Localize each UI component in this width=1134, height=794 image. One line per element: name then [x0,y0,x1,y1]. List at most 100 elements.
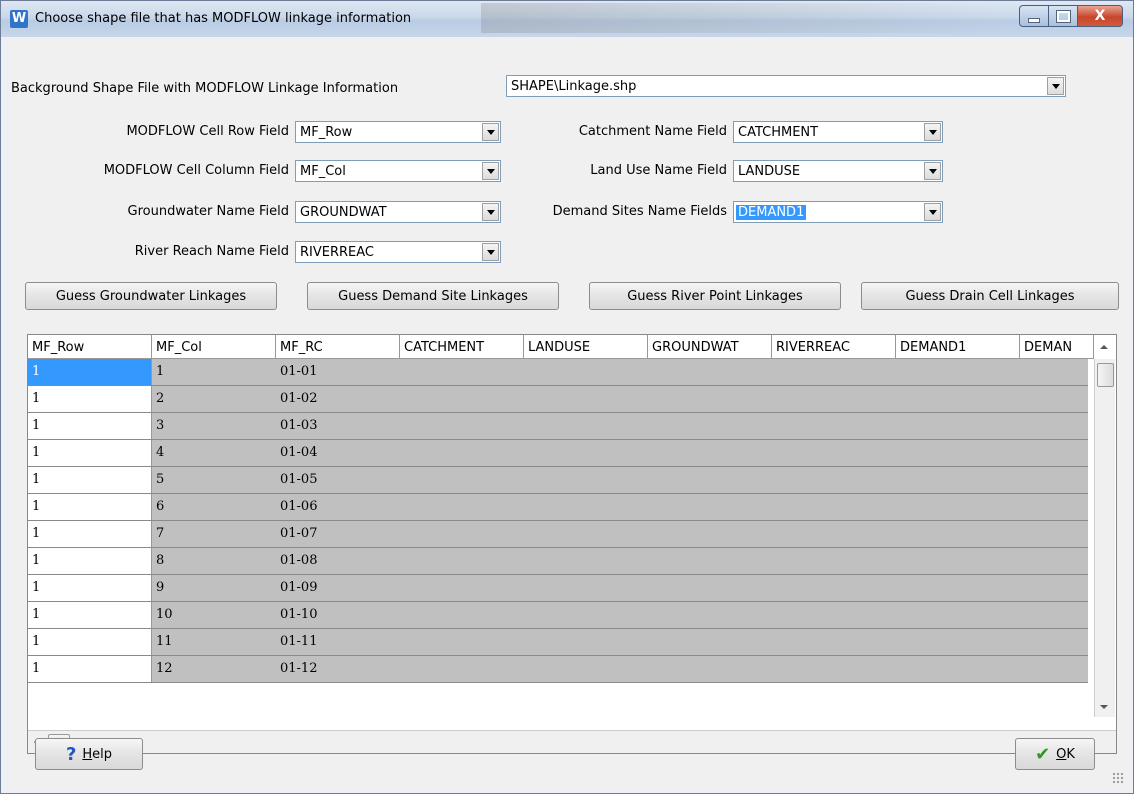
table-cell[interactable]: 01-06 [276,494,400,520]
table-row[interactable]: 1 2 01-02 [28,386,1088,413]
close-button[interactable]: X [1077,5,1123,27]
vertical-scroll-thumb[interactable] [1097,363,1114,387]
chevron-down-icon[interactable] [924,123,941,141]
horizontal-scrollbar[interactable] [28,730,1116,753]
table-cell[interactable]: 1 [152,359,276,385]
table-cell[interactable]: 01-09 [276,575,400,601]
background-shape-select[interactable]: SHAPE\Linkage.shp [506,75,1066,97]
table-cell[interactable]: 01-03 [276,413,400,439]
chevron-down-icon[interactable] [482,123,499,141]
table-cell[interactable]: 6 [152,494,276,520]
demand-sites-field-value: DEMAND1 [736,205,807,220]
column-header[interactable]: DEMAN [1020,335,1094,359]
table-cell[interactable]: 1 [28,359,152,385]
chevron-down-icon[interactable] [924,162,941,180]
catchment-field-select[interactable]: CATCHMENT [733,121,943,143]
column-field-select[interactable]: MF_Col [295,160,501,182]
table-cell[interactable]: 11 [152,629,276,655]
table-cell[interactable]: 1 [28,629,152,655]
guess-river-point-button[interactable]: Guess River Point Linkages [589,282,841,310]
table-row[interactable]: 1 10 01-10 [28,602,1088,629]
chevron-down-icon[interactable] [1047,77,1064,95]
landuse-field-label: Land Use Name Field [590,163,727,178]
column-header[interactable]: MF_Row [28,335,152,359]
table-cell[interactable]: 8 [152,548,276,574]
river-reach-field-select[interactable]: RIVERREAC [295,241,501,263]
chevron-down-icon[interactable] [482,243,499,261]
column-header[interactable]: RIVERREAC [772,335,896,359]
table-cell[interactable]: 01-11 [276,629,400,655]
linkage-table[interactable]: MF_Row MF_Col MF_RC CATCHMENT LANDUSE GR… [27,334,1117,754]
table-body: 1 1 01-01 1 2 01-02 1 3 01-03 1 4 01-04 1 5 01-05 1 6 01-… [28,359,1088,689]
table-cell[interactable]: 4 [152,440,276,466]
table-cell[interactable]: 1 [28,467,152,493]
close-icon: X [1094,8,1106,24]
row-field-select[interactable]: MF_Row [295,121,501,143]
table-cell[interactable]: 01-12 [276,656,400,682]
table-cell[interactable]: 1 [28,386,152,412]
table-cell[interactable]: 2 [152,386,276,412]
catchment-field-label: Catchment Name Field [578,124,727,139]
resize-grip[interactable] [1112,772,1124,784]
table-row[interactable]: 1 9 01-09 [28,575,1088,602]
ok-label-rest: K [1066,746,1075,762]
table-row[interactable]: 1 1 01-01 [28,359,1088,386]
chevron-down-icon[interactable] [924,203,941,221]
vertical-scrollbar[interactable] [1094,345,1115,717]
demand-sites-field-select[interactable]: DEMAND1 [733,201,943,223]
table-cell[interactable]: 1 [28,602,152,628]
minimize-button[interactable] [1019,5,1048,27]
table-row[interactable]: 1 11 01-11 [28,629,1088,656]
table-cell[interactable]: 10 [152,602,276,628]
maximize-button[interactable] [1048,5,1077,27]
table-cell[interactable]: 3 [152,413,276,439]
table-row[interactable]: 1 3 01-03 [28,413,1088,440]
guess-demand-site-button[interactable]: Guess Demand Site Linkages [307,282,559,310]
scroll-down-icon[interactable] [1100,705,1108,709]
table-row[interactable]: 1 6 01-06 [28,494,1088,521]
groundwater-field-select[interactable]: GROUNDWAT [295,201,501,223]
table-cell[interactable]: 1 [28,656,152,682]
guess-drain-cell-button[interactable]: Guess Drain Cell Linkages [861,282,1119,310]
column-header[interactable]: CATCHMENT [400,335,524,359]
column-field-value: MF_Col [300,164,346,179]
maximize-icon [1055,9,1071,23]
scroll-up-icon[interactable] [1100,345,1108,349]
table-cell[interactable]: 01-02 [276,386,400,412]
ok-mnemonic: O [1056,746,1067,762]
table-cell[interactable]: 1 [28,494,152,520]
table-cell[interactable]: 1 [28,440,152,466]
guess-groundwater-button[interactable]: Guess Groundwater Linkages [25,282,277,310]
table-cell[interactable]: 01-05 [276,467,400,493]
table-cell[interactable]: 12 [152,656,276,682]
catchment-field-value: CATCHMENT [738,125,819,140]
table-cell[interactable]: 01-01 [276,359,400,385]
table-row[interactable]: 1 4 01-04 [28,440,1088,467]
column-header[interactable]: LANDUSE [524,335,648,359]
landuse-field-select[interactable]: LANDUSE [733,160,943,182]
table-cell[interactable]: 1 [28,575,152,601]
table-cell[interactable]: 9 [152,575,276,601]
table-row[interactable]: 1 5 01-05 [28,467,1088,494]
table-cell[interactable]: 01-07 [276,521,400,547]
column-header[interactable]: DEMAND1 [896,335,1020,359]
title-bar[interactable]: W Choose shape file that has MODFLOW lin… [1,1,1133,37]
column-header[interactable]: GROUNDWAT [648,335,772,359]
table-cell[interactable]: 01-08 [276,548,400,574]
table-cell[interactable]: 01-10 [276,602,400,628]
table-cell[interactable]: 5 [152,467,276,493]
table-cell[interactable]: 01-04 [276,440,400,466]
table-cell[interactable]: 1 [28,548,152,574]
column-header[interactable]: MF_Col [152,335,276,359]
table-row[interactable]: 1 12 01-12 [28,656,1088,683]
table-row[interactable]: 1 8 01-08 [28,548,1088,575]
table-row[interactable]: 1 7 01-07 [28,521,1088,548]
table-cell[interactable]: 1 [28,413,152,439]
column-header[interactable]: MF_RC [276,335,400,359]
help-button[interactable]: ? Help [35,738,143,770]
table-cell[interactable]: 1 [28,521,152,547]
ok-button[interactable]: ✔ O K [1015,738,1095,770]
chevron-down-icon[interactable] [482,162,499,180]
background-shape-label: Background Shape File with MODFLOW Linka… [11,81,399,96]
table-cell[interactable]: 7 [152,521,276,547]
